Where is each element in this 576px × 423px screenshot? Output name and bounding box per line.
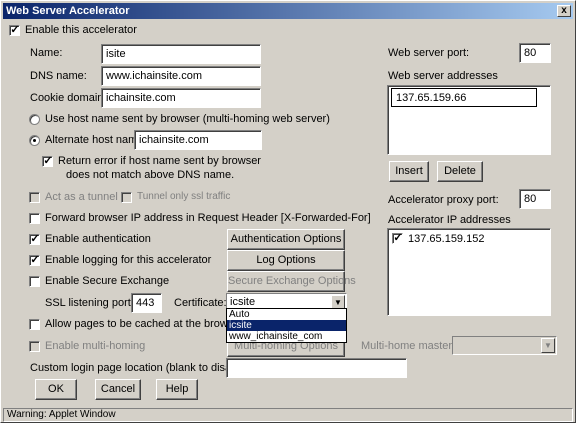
certificate-option-www-ichainsite-com[interactable]: www_ichainsite_com <box>227 331 346 342</box>
certificate-label: Certificate: <box>174 297 227 309</box>
allow-cache-checkbox[interactable] <box>29 319 40 330</box>
enable-multihoming-label: Enable multi-homing <box>45 340 146 352</box>
enable-secure-exchange-label: Enable Secure Exchange <box>45 275 170 287</box>
enable-authentication-label: Enable authentication <box>45 233 151 245</box>
checkmark-icon: ✓ <box>30 233 40 245</box>
checkmark-icon: ✓ <box>43 155 53 167</box>
web-server-addresses-list[interactable]: 137.65.159.66 <box>387 85 551 155</box>
return-error-label-line2: does not match above DNS name. <box>66 169 235 181</box>
certificate-option-auto[interactable]: Auto <box>227 309 346 320</box>
web-server-address-item[interactable]: 137.65.159.66 <box>391 88 537 107</box>
multihome-master-label: Multi-home master: <box>361 340 456 352</box>
certificate-value: icsite <box>230 296 256 308</box>
accelerator-ip-list[interactable]: ✓ 137.65.159.152 <box>387 228 551 316</box>
status-text: Warning: Applet Window <box>7 409 116 420</box>
status-bar: Warning: Applet Window <box>3 408 573 422</box>
custom-login-label: Custom login page location (blank to dis… <box>30 362 253 374</box>
use-host-name-radio[interactable] <box>29 114 40 125</box>
custom-login-field[interactable] <box>226 358 407 378</box>
certificate-option-icsite[interactable]: icsite <box>227 320 346 331</box>
act-as-tunnel-checkbox[interactable] <box>29 192 40 203</box>
accelerator-proxy-port-field[interactable]: 80 <box>519 189 551 209</box>
checkmark-icon: ✓ <box>30 254 40 266</box>
insert-button[interactable]: Insert <box>389 161 429 182</box>
ssl-port-field[interactable]: 443 <box>131 293 162 313</box>
forward-ip-label: Forward browser IP address in Request He… <box>45 212 371 224</box>
enable-accelerator-label: Enable this accelerator <box>25 24 137 36</box>
forward-ip-checkbox[interactable] <box>29 213 40 224</box>
log-options-button[interactable]: Log Options <box>227 250 345 271</box>
window-title: Web Server Accelerator <box>6 5 130 17</box>
tunnel-ssl-checkbox[interactable] <box>121 192 132 203</box>
enable-logging-checkbox[interactable]: ✓ <box>29 254 40 266</box>
name-field[interactable]: isite <box>101 44 261 64</box>
checkmark-icon: ✓ <box>10 24 20 36</box>
dns-name-label: DNS name: <box>30 70 87 82</box>
accelerator-proxy-port-label: Accelerator proxy port: <box>388 194 499 206</box>
close-button[interactable]: x <box>557 5 571 17</box>
cookie-domain-field[interactable]: ichainsite.com <box>101 88 261 108</box>
act-as-tunnel-label: Act as a tunnel <box>45 191 118 203</box>
use-host-name-label: Use host name sent by browser (multi-hom… <box>45 113 330 125</box>
web-server-addresses-label: Web server addresses <box>388 70 498 82</box>
ok-button[interactable]: OK <box>35 379 77 400</box>
dns-name-field[interactable]: www.ichainsite.com <box>101 66 261 86</box>
accelerator-ip-label: Accelerator IP addresses <box>388 214 511 226</box>
alternate-host-name-radio[interactable] <box>29 135 40 146</box>
tunnel-ssl-label: Tunnel only ssl traffic <box>137 191 231 202</box>
delete-button[interactable]: Delete <box>437 161 483 182</box>
cookie-domain-label: Cookie domain: <box>30 92 107 104</box>
enable-logging-label: Enable logging for this accelerator <box>45 254 212 266</box>
return-error-label: Return error if host name sent by browse… <box>58 155 261 167</box>
chevron-down-icon[interactable]: ▼ <box>541 338 555 353</box>
radio-dot-icon <box>33 139 36 142</box>
checkmark-icon: ✓ <box>393 232 403 244</box>
web-server-port-field[interactable]: 80 <box>519 43 551 63</box>
allow-cache-label: Allow pages to be cached at the browser <box>45 318 244 330</box>
cancel-button[interactable]: Cancel <box>95 379 141 400</box>
return-error-checkbox[interactable]: ✓ <box>42 155 53 167</box>
alternate-host-name-field[interactable]: ichainsite.com <box>134 130 262 150</box>
accelerator-ip-item: 137.65.159.152 <box>408 233 485 245</box>
help-button[interactable]: Help <box>156 379 198 400</box>
multihome-master-select[interactable]: ▼ <box>452 336 557 355</box>
enable-multihoming-checkbox[interactable] <box>29 341 40 352</box>
enable-authentication-checkbox[interactable]: ✓ <box>29 233 40 245</box>
secure-exchange-options-button[interactable]: Secure Exchange Options <box>227 271 356 292</box>
name-label: Name: <box>30 47 63 59</box>
web-server-port-label: Web server port: <box>388 47 470 59</box>
web-server-accelerator-window: Web Server Accelerator x ✓ Enable this a… <box>0 0 576 423</box>
title-bar: Web Server Accelerator <box>3 3 573 19</box>
alternate-host-name-label: Alternate host name <box>45 134 144 146</box>
authentication-options-button[interactable]: Authentication Options <box>227 229 345 250</box>
enable-secure-exchange-checkbox[interactable] <box>29 276 40 287</box>
ssl-port-label: SSL listening port: <box>45 297 134 309</box>
enable-accelerator-checkbox[interactable]: ✓ <box>9 24 20 36</box>
accelerator-ip-checkbox[interactable]: ✓ <box>392 232 403 244</box>
certificate-dropdown-list[interactable]: Auto icsite www_ichainsite_com <box>226 308 347 343</box>
